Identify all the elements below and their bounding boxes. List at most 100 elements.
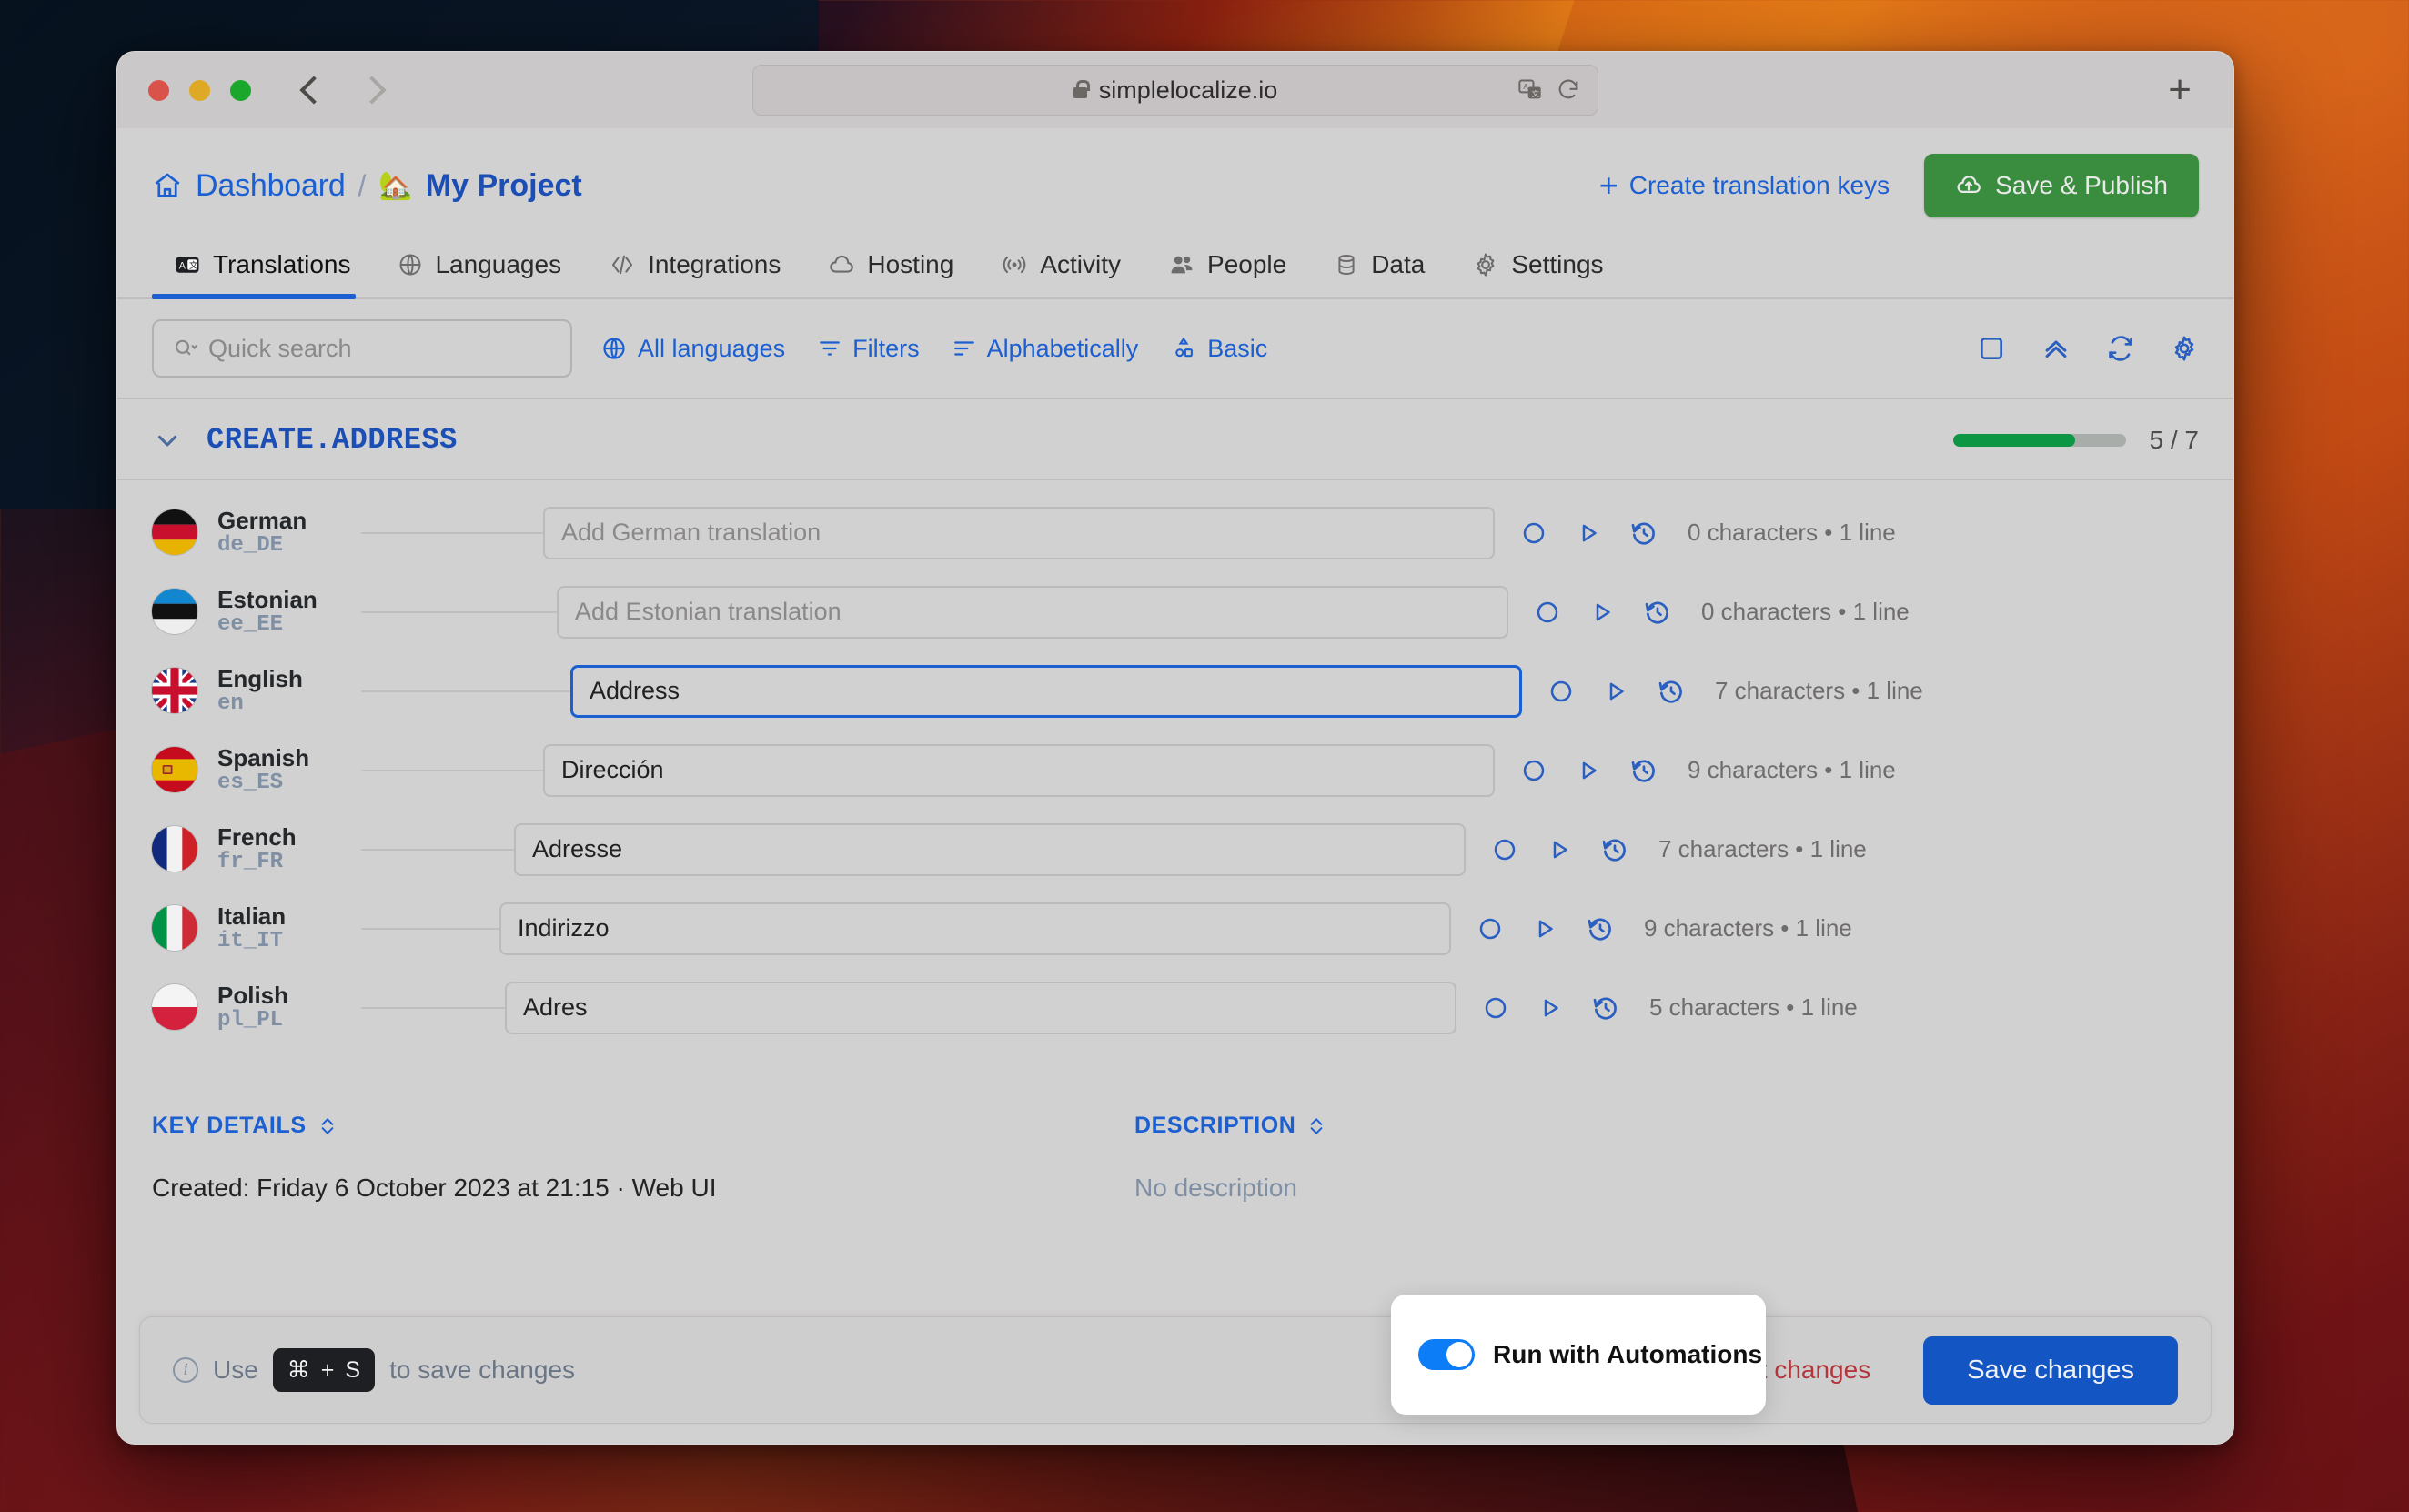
language-label: German de_DE: [152, 506, 361, 559]
home-icon[interactable]: [152, 170, 183, 201]
breadcrumb-project[interactable]: My Project: [426, 168, 582, 204]
language-name: German: [217, 506, 307, 534]
tab-settings[interactable]: Settings: [1450, 245, 1628, 297]
globe-icon: [601, 336, 627, 361]
search-placeholder: Quick search: [208, 334, 352, 362]
app-header: Dashboard / 🏡 My Project + Create transl…: [117, 128, 2233, 217]
translation-input[interactable]: Add Estonian translation: [557, 585, 1508, 639]
translation-input[interactable]: Dirección: [543, 743, 1495, 797]
status-circle-icon[interactable]: [1491, 836, 1518, 863]
translation-input[interactable]: Adresse: [514, 822, 1466, 876]
language-name: Polish: [217, 981, 289, 1009]
sort-icon: [953, 337, 976, 360]
progress-text: 5 / 7: [2149, 425, 2199, 454]
language-name: Estonian: [217, 585, 318, 613]
history-revert-icon[interactable]: [1629, 519, 1658, 548]
translation-input[interactable]: Address: [570, 664, 1522, 718]
basic-view-button[interactable]: Basic: [1171, 335, 1267, 363]
history-revert-icon[interactable]: [1591, 993, 1620, 1023]
broadcast-icon: [1001, 251, 1028, 278]
translation-key-block: CREATE.ADDRESS 5 / 7 German de_DE Add Germ…: [117, 399, 2233, 1047]
language-label: Estonian ee_EE: [152, 585, 361, 638]
people-icon: [1168, 251, 1195, 278]
maximize-window-button[interactable]: [230, 79, 251, 101]
chevron-updown-icon[interactable]: [318, 1114, 338, 1138]
status-circle-icon[interactable]: [1520, 757, 1547, 784]
status-circle-icon[interactable]: [1534, 599, 1561, 626]
alphabetically-button[interactable]: Alphabetically: [953, 335, 1138, 363]
play-icon[interactable]: [1537, 994, 1564, 1022]
play-icon[interactable]: [1575, 757, 1602, 784]
all-languages-button[interactable]: All languages: [601, 335, 785, 363]
language-label: English en: [152, 665, 361, 717]
status-circle-icon[interactable]: [1547, 678, 1575, 705]
history-revert-icon[interactable]: [1586, 914, 1615, 943]
tab-activity[interactable]: Activity: [979, 245, 1146, 297]
browser-navigation[interactable]: [299, 76, 387, 105]
command-key-label: ⌘: [287, 1357, 310, 1383]
gear-icon[interactable]: [2170, 334, 2199, 363]
progress-bar-fill: [1952, 433, 2076, 447]
translation-input[interactable]: Add German translation: [543, 506, 1495, 559]
tab-people[interactable]: People: [1146, 245, 1312, 297]
history-revert-icon[interactable]: [1643, 598, 1672, 627]
reload-icon[interactable]: [1556, 77, 1581, 103]
save-changes-button[interactable]: Save changes: [1923, 1336, 2178, 1405]
status-circle-icon[interactable]: [1520, 519, 1547, 547]
new-tab-button[interactable]: +: [2168, 70, 2192, 110]
tab-integrations[interactable]: Integrations: [587, 245, 806, 297]
minimize-window-button[interactable]: [189, 79, 210, 101]
save-and-publish-button[interactable]: Save & Publish: [1924, 154, 2199, 217]
translation-input[interactable]: Indirizzo: [499, 902, 1451, 955]
play-icon[interactable]: [1531, 915, 1558, 942]
tab-data[interactable]: Data: [1312, 245, 1450, 297]
play-icon[interactable]: [1546, 836, 1573, 863]
row-connector-line: [361, 927, 499, 930]
flag-es-icon: [152, 747, 197, 793]
chevron-left-icon[interactable]: [299, 76, 328, 105]
description-label-row[interactable]: DESCRIPTION: [1134, 1113, 2199, 1139]
info-icon: i: [173, 1357, 198, 1383]
window-controls[interactable]: [148, 79, 251, 101]
breadcrumb-dashboard[interactable]: Dashboard: [196, 168, 346, 204]
address-bar[interactable]: simplelocalize.io A 文: [752, 65, 1598, 116]
key-name[interactable]: CREATE.ADDRESS: [207, 423, 458, 457]
close-window-button[interactable]: [148, 79, 169, 101]
collapse-all-icon[interactable]: [2041, 333, 2071, 364]
refresh-icon[interactable]: [2106, 334, 2135, 363]
chevron-updown-icon[interactable]: [1306, 1114, 1326, 1138]
filters-button[interactable]: Filters: [818, 335, 920, 363]
play-icon[interactable]: [1588, 599, 1616, 626]
row-connector-line: [361, 769, 543, 771]
flag-de-icon: [152, 509, 197, 556]
history-revert-icon[interactable]: [1629, 756, 1658, 785]
translate-page-icon[interactable]: A 文: [1517, 77, 1543, 103]
status-circle-icon[interactable]: [1477, 915, 1504, 942]
key-details-column: KEY DETAILS Created: Friday 6 October 20…: [152, 1113, 1134, 1203]
row-meta: 7 characters • 1 line: [1658, 835, 1867, 862]
browser-window: simplelocalize.io A 文 + Dashboard / 🏡 My…: [116, 51, 2234, 1445]
status-circle-icon[interactable]: [1482, 994, 1509, 1022]
language-label: Spanish es_ES: [152, 744, 361, 796]
tab-label: Activity: [1040, 250, 1122, 278]
translation-input[interactable]: Adres: [505, 981, 1456, 1034]
key-details-label-row[interactable]: KEY DETAILS: [152, 1113, 1134, 1139]
language-code: pl_PL: [217, 1007, 284, 1033]
tab-translations[interactable]: A 文 Translations: [152, 245, 376, 299]
play-icon[interactable]: [1602, 678, 1629, 705]
chevron-down-icon[interactable]: [152, 425, 183, 456]
language-code: it_IT: [217, 928, 284, 953]
svg-text:文: 文: [189, 260, 198, 271]
create-translation-keys-button[interactable]: + Create translation keys: [1599, 168, 1890, 201]
translation-row: Italian it_IT Indirizzo 9 characters • 1 li…: [117, 889, 2233, 968]
description-value: No description: [1134, 1174, 1297, 1202]
tab-languages[interactable]: Languages: [376, 245, 587, 297]
history-revert-icon[interactable]: [1600, 835, 1629, 864]
tab-hosting[interactable]: Hosting: [806, 245, 979, 297]
search-input[interactable]: Quick search: [152, 319, 572, 378]
run-with-automations-toggle[interactable]: [1418, 1339, 1475, 1370]
play-icon[interactable]: [1575, 519, 1602, 547]
history-revert-icon[interactable]: [1657, 677, 1686, 706]
select-square-icon[interactable]: [1977, 334, 2006, 363]
chevron-right-icon: [358, 76, 387, 105]
